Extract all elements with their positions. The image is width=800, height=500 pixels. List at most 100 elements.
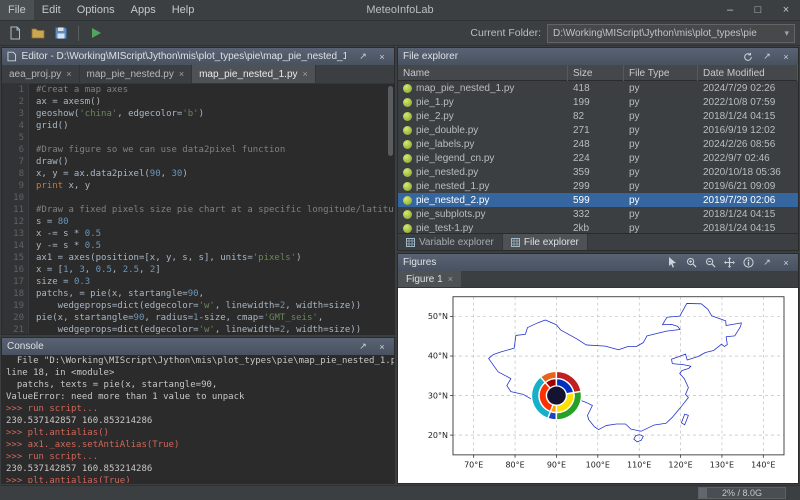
file-size-cell: 359 [568,167,624,178]
console-line: ValueError: need more than 1 value to un… [6,391,390,403]
zoom-out-icon[interactable] [703,256,717,269]
code-text [29,192,36,204]
menu-help[interactable]: Help [164,0,203,20]
file-name: pie_nested.py [416,167,478,178]
file-date-cell: 2022/9/7 02:46 [698,153,798,164]
save-button[interactable] [51,23,71,43]
file-date-cell: 2016/9/19 12:02 [698,125,798,136]
x-tick-label: 110°E [627,461,651,470]
table-row[interactable]: pie_test-1.py2kbpy2018/1/24 04:15 [398,221,798,233]
editor-tab[interactable]: map_pie_nested.py × [80,65,193,83]
menu-edit[interactable]: Edit [34,0,69,20]
chevron-down-icon[interactable]: ▾ [784,28,789,39]
close-button[interactable]: × [772,0,800,20]
tab-variable-explorer[interactable]: Variable explorer [398,234,503,250]
minimize-button[interactable]: – [716,0,744,20]
table-row[interactable]: pie_legend_cn.py224py2022/9/7 02:46 [398,151,798,165]
code-text: x -= s * 0.5 [29,228,101,240]
table-row[interactable]: pie_nested.py359py2020/10/18 05:36 [398,165,798,179]
table-row[interactable]: pie_1.py199py2022/10/8 07:59 [398,95,798,109]
float-panel-icon[interactable]: ↗ [356,340,370,353]
console-line: 230.537142857 160.853214286 [6,463,390,475]
refresh-icon[interactable] [741,50,755,63]
close-panel-icon[interactable]: × [779,50,793,63]
maximize-button[interactable]: □ [744,0,772,20]
editor-tab[interactable]: aea_proj.py× [2,65,80,83]
console-output[interactable]: File "D:\Working\MIScript\Jython\mis\plo… [2,355,394,483]
new-file-button[interactable] [5,23,25,43]
close-tab-icon[interactable]: × [66,69,71,79]
float-panel-icon[interactable]: ↗ [356,50,370,63]
editor-scrollbar-thumb[interactable] [388,86,393,156]
run-script-button[interactable] [86,23,106,43]
table-row[interactable]: pie_nested_2.py599py2019/7/29 02:06 [398,193,798,207]
code-editor[interactable]: 1#Creat a map axes2ax = axesm()3geoshow(… [2,84,394,334]
float-panel-icon[interactable]: ↗ [760,256,774,269]
editor-panel: Editor - D:\Working\MIScript\Jython\mis\… [1,47,395,335]
code-text: #Draw figure so we can use data2pixel fu… [29,144,285,156]
current-folder-combobox[interactable]: D:\Working\MIScript\Jython\mis\plot_type… [547,24,795,43]
file-date-cell: 2022/10/8 07:59 [698,97,798,108]
editor-file-icon [7,51,17,62]
file-type-cell: py [624,167,698,178]
python-file-icon [403,224,412,233]
float-panel-icon[interactable]: ↗ [760,50,774,63]
column-header-file-type[interactable]: File Type [624,65,698,81]
pan-icon[interactable] [722,256,736,269]
code-text: x, y = ax.data2pixel(90, 30) [29,168,188,180]
file-size-cell: 271 [568,125,624,136]
editor-scrollbar[interactable] [387,84,394,334]
table-row[interactable]: pie_subplots.py332py2018/1/24 04:15 [398,207,798,221]
figure-canvas[interactable]: 70°E80°E90°E100°E110°E120°E130°E140°E20°… [398,288,798,483]
status-bar: 2% / 8.0G [0,485,800,500]
menu-options[interactable]: Options [69,0,123,20]
console-line: 230.537142857 160.853214286 [6,415,390,427]
file-date-cell: 2019/6/21 09:09 [698,181,798,192]
select-cursor-icon[interactable] [665,256,679,269]
table-row[interactable]: map_pie_nested_1.py418py2024/7/29 02:26 [398,81,798,95]
line-number: 6 [2,144,29,156]
code-text: wedgeprops=dict(edgecolor='w', linewidth… [29,300,361,312]
column-header-name[interactable]: Name [398,65,568,81]
python-file-icon [403,84,412,93]
code-line: 6#Draw figure so we can use data2pixel f… [2,144,394,156]
table-row[interactable]: pie_nested_1.py299py2019/6/21 09:09 [398,179,798,193]
console-line: File "D:\Working\MIScript\Jython\mis\plo… [6,355,390,367]
tab-file-explorer[interactable]: File explorer [503,234,588,250]
editor-tab[interactable]: map_pie_nested_1.py× [192,65,316,83]
close-tab-icon[interactable]: × [179,69,184,79]
column-header-size[interactable]: Size [568,65,624,81]
table-row[interactable]: pie_2.py82py2018/1/24 04:15 [398,109,798,123]
main-area: Editor - D:\Working\MIScript\Jython\mis\… [0,46,800,485]
table-row[interactable]: pie_labels.py248py2024/2/26 08:56 [398,137,798,151]
line-number: 19 [2,300,29,312]
close-panel-icon[interactable]: × [375,50,389,63]
close-tab-icon[interactable]: × [448,274,453,284]
editor-tabbar: aea_proj.py×map_pie_nested.py×map_pie_ne… [2,65,394,84]
file-date-cell: 2018/1/24 04:15 [698,209,798,220]
file-explorer-header: File explorer ↗ × [398,48,798,65]
identify-info-icon[interactable] [741,256,755,269]
file-size-cell: 599 [568,195,624,206]
file-name-cell: pie_2.py [398,111,568,122]
file-type-cell: py [624,83,698,94]
code-line: 7draw() [2,156,394,168]
column-header-date-modified[interactable]: Date Modified [698,65,798,81]
open-folder-button[interactable] [28,23,48,43]
close-panel-icon[interactable]: × [375,340,389,353]
file-name-cell: pie_test-1.py [398,223,568,234]
code-text: geoshow('china', edgecolor='b') [29,108,204,120]
menu-apps[interactable]: Apps [123,0,164,20]
plot-border [453,297,784,455]
new-file-icon [8,26,22,40]
nested-pie-chart [531,371,581,420]
menu-file[interactable]: File [0,0,34,20]
close-panel-icon[interactable]: × [779,256,793,269]
close-tab-icon[interactable]: × [303,69,308,79]
x-tick-label: 70°E [464,461,483,470]
zoom-in-icon[interactable] [684,256,698,269]
figure-tab[interactable]: Figure 1 × [398,271,461,287]
table-row[interactable]: pie_double.py271py2016/9/19 12:02 [398,123,798,137]
editor-tab-label: map_pie_nested.py [87,69,174,80]
memory-indicator[interactable]: 2% / 8.0G [698,487,786,499]
